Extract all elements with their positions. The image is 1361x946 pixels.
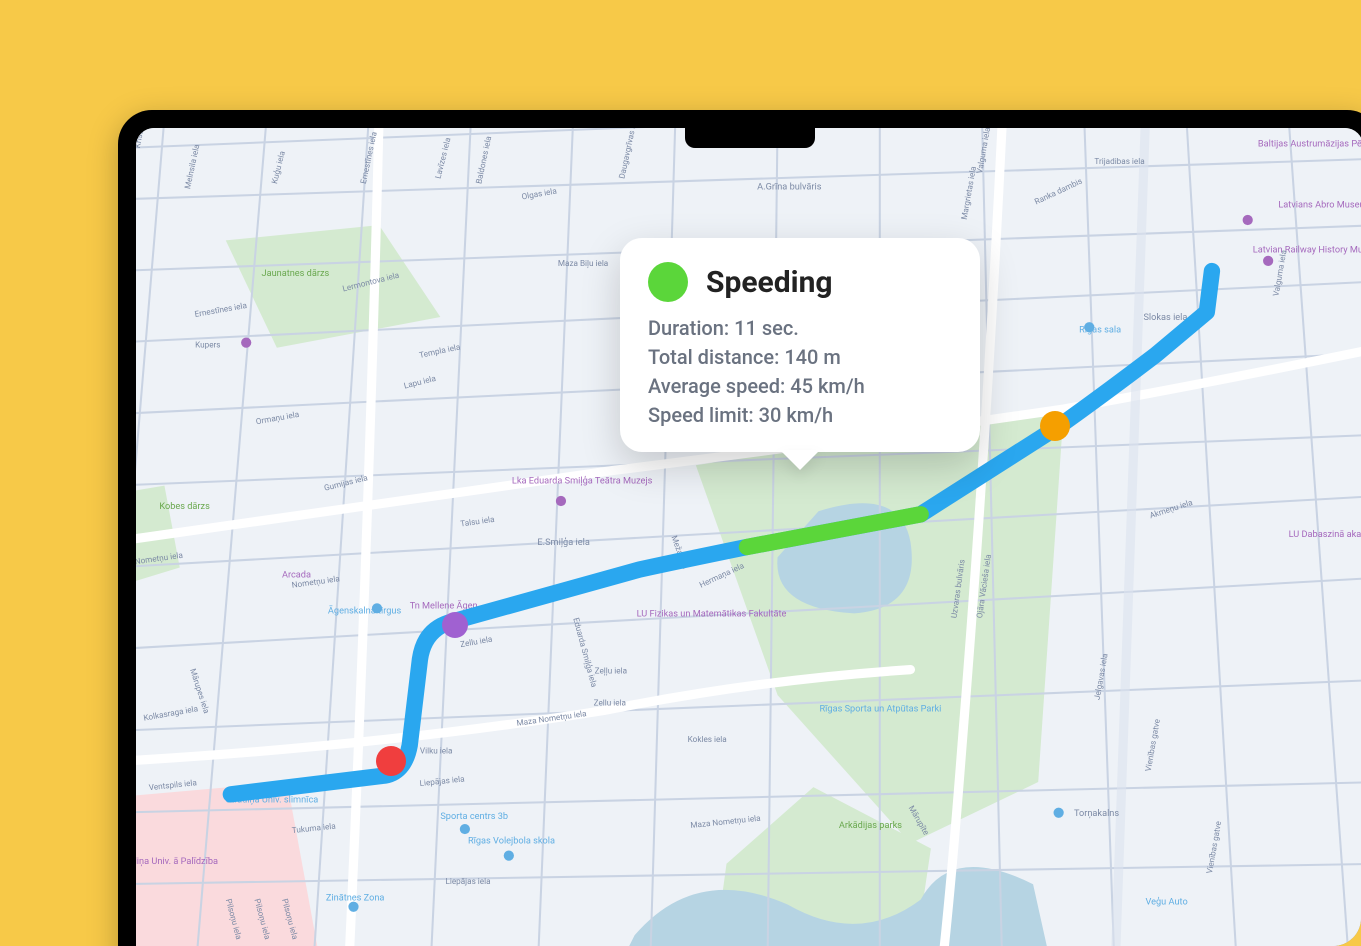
outer-frame: Jaunatnes dārzs Kobes dārzs Rīgas Sporta… bbox=[0, 0, 1361, 946]
label-arkadijas: Arkādijas parks bbox=[839, 820, 902, 831]
tooltip-status-dot bbox=[648, 262, 688, 302]
label-kobes: Kobes dārzs bbox=[159, 501, 210, 512]
screen: Jaunatnes dārzs Kobes dārzs Rīgas Sporta… bbox=[136, 128, 1361, 946]
svg-text:Zellu iela: Zellu iela bbox=[594, 697, 626, 707]
tooltip-caret bbox=[780, 450, 820, 470]
svg-text:Kokles iela: Kokles iela bbox=[688, 734, 727, 744]
marker-purple[interactable] bbox=[442, 612, 468, 638]
svg-text:Trijadibas iela: Trijadibas iela bbox=[1094, 156, 1144, 166]
event-tooltip: Speeding Duration: 11 sec. Total distanc… bbox=[620, 238, 980, 452]
label-lu-dabas: LU Dabaszinā akadēmiska centrs bbox=[1289, 529, 1361, 540]
tooltip-card: Speeding Duration: 11 sec. Total distanc… bbox=[620, 238, 980, 452]
label-lu-fizikas: LU Fizikas un Matemātikas Fakultāte bbox=[637, 608, 787, 619]
label-voleybola: Rīgas Volejbola skola bbox=[468, 835, 555, 846]
tooltip-distance: Total distance: 140 m bbox=[648, 343, 950, 372]
svg-text:Liepājas iela: Liepājas iela bbox=[445, 876, 490, 886]
label-agenskalna: Āgenskalna tirgus bbox=[328, 605, 402, 616]
marker-orange[interactable] bbox=[1040, 411, 1070, 441]
label-slokas: Slokas iela bbox=[1143, 312, 1187, 323]
label-lv-abro: Latvians Abro Museum an Research Cente bbox=[1278, 200, 1361, 211]
label-smilga: Lka Eduarda Smiļģa Teātra Muzejs bbox=[512, 476, 653, 487]
tooltip-title: Speeding bbox=[706, 265, 833, 300]
laptop-notch bbox=[685, 128, 815, 148]
label-lv-railway: Latvian Railway History Museum bbox=[1253, 245, 1361, 256]
svg-text:Maza Biļu iela: Maza Biļu iela bbox=[558, 258, 608, 269]
label-zinatnes: Zinātnes Zona bbox=[326, 893, 385, 904]
label-rigas-sala: Rīgas sala bbox=[1079, 324, 1121, 335]
tooltip-duration: Duration: 11 sec. bbox=[648, 314, 950, 343]
label-tornakalns: Torņakalns bbox=[1074, 808, 1119, 819]
label-esmilga: E.Smiļģa iela bbox=[537, 537, 589, 548]
svg-text:Vilku iela: Vilku iela bbox=[420, 745, 453, 755]
marker-red[interactable] bbox=[376, 746, 406, 776]
tooltip-avg-speed: Average speed: 45 km/h bbox=[648, 372, 950, 401]
label-vegu: Veģu Auto bbox=[1146, 897, 1188, 908]
label-sporta-parki: Rīgas Sporta un Atpūtas Parki bbox=[820, 704, 942, 715]
svg-text:Kupers: Kupers bbox=[195, 340, 220, 350]
svg-text:Zeļļu iela: Zeļļu iela bbox=[595, 666, 627, 677]
label-sporta-centrs: Sporta centrs 3b bbox=[440, 811, 508, 822]
label-stradina-pal: adiņa Univ. ā Palīdzība bbox=[136, 856, 218, 867]
laptop-bezel: Jaunatnes dārzs Kobes dārzs Rīgas Sporta… bbox=[118, 110, 1361, 946]
tooltip-speed-limit: Speed limit: 30 km/h bbox=[648, 401, 950, 430]
label-bulvaris: A.Grīna bulvāris bbox=[757, 181, 822, 192]
label-jaunatnes: Jaunatnes dārzs bbox=[262, 268, 330, 279]
label-baltijas: Baltijas Austrumāzijas Pētniecības centr… bbox=[1258, 138, 1361, 149]
